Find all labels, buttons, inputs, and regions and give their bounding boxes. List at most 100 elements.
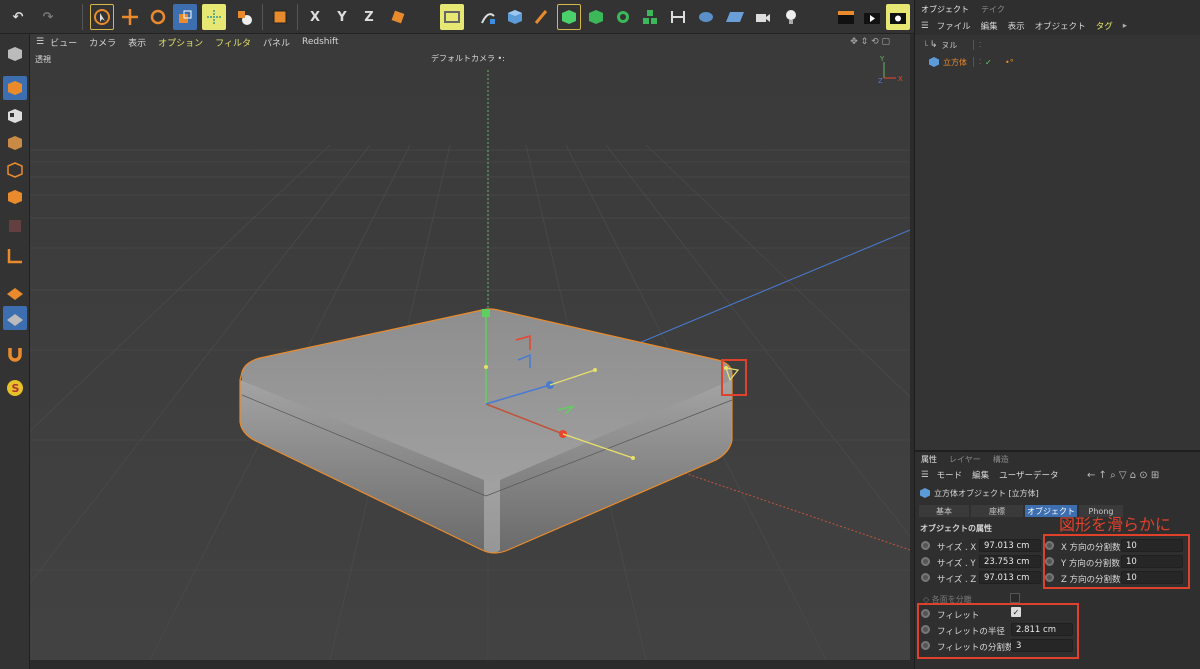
list-item[interactable]: 立方体 ⁚ ✓ •° (915, 56, 1200, 68)
menu-filter[interactable]: フィルタ (215, 36, 251, 49)
transform-button[interactable] (202, 4, 226, 30)
floor-button[interactable] (722, 4, 748, 30)
polygons-mode-button[interactable] (3, 185, 27, 209)
gear-cube-icon (617, 11, 629, 23)
light-button[interactable] (779, 4, 803, 30)
field-button[interactable] (694, 4, 718, 30)
deformer-button[interactable] (584, 4, 608, 30)
more-arrow-icon[interactable]: ▸ (1123, 21, 1127, 31)
object-name[interactable]: ヌル (941, 40, 957, 51)
snap-button[interactable] (3, 342, 27, 366)
camera-button[interactable] (751, 4, 775, 30)
menu-mode[interactable]: モード (937, 469, 963, 481)
menu-options[interactable]: オプション (158, 36, 203, 49)
points-mode-button[interactable] (3, 131, 27, 155)
menu-file[interactable]: ファイル (937, 20, 971, 32)
size-y-label: サイズ . Y (937, 559, 976, 569)
clapper-gear-icon (890, 13, 906, 24)
hamburger-menu-icon[interactable]: ☰ (921, 21, 929, 31)
menu-edit[interactable]: 編集 (972, 469, 989, 481)
menu-user-data[interactable]: ユーザーデータ (999, 469, 1058, 481)
y-axis-lock-button[interactable]: Y (330, 4, 354, 30)
nav-back-forward-icons[interactable]: ← ↑ ⌕ ▽ ⌂ ⊙ ⊞ (1087, 470, 1159, 481)
subtab-coordinates[interactable]: 座標 (971, 505, 1023, 517)
tab-layers[interactable]: レイヤー (949, 454, 981, 465)
uv-icon (9, 220, 21, 232)
render-view-button[interactable] (834, 4, 858, 30)
redo-button[interactable]: ↷ (36, 4, 60, 30)
scale-button[interactable] (173, 4, 197, 30)
size-handle-x-dot[interactable] (631, 456, 635, 460)
floor-grid-icon (726, 12, 744, 22)
live-selection-button[interactable] (90, 4, 114, 30)
spline-pen-button[interactable] (476, 4, 500, 30)
cloner-button[interactable] (638, 4, 662, 30)
model-mode-button[interactable] (3, 76, 27, 100)
subtab-basic[interactable]: 基本 (919, 505, 969, 517)
menu-panel[interactable]: パネル (263, 36, 290, 49)
texture-mode-button[interactable] (3, 104, 27, 128)
visibility-dots[interactable]: ⁚ (979, 58, 981, 66)
undo-button[interactable]: ↶ (6, 4, 30, 30)
left-tool-palette: S (0, 34, 30, 669)
menu-display[interactable]: 表示 (1008, 20, 1025, 32)
animation-keyframe-radio[interactable] (921, 541, 930, 550)
subdivision-button[interactable] (557, 4, 581, 30)
make-editable-button[interactable] (3, 42, 27, 66)
viewport-nav-icons[interactable]: ✥ ⇕ ⟲ ▢ (850, 37, 890, 47)
solo-button[interactable]: S (3, 376, 27, 400)
menu-view[interactable]: ビュー (50, 36, 77, 49)
size-handle-z-dot[interactable] (593, 368, 597, 372)
menu-camera[interactable]: カメラ (89, 36, 116, 49)
render-region-icon (444, 11, 460, 23)
edges-mode-button[interactable] (3, 158, 27, 182)
viewport-bottom-strip (30, 660, 910, 669)
recent-tools-button[interactable] (232, 4, 256, 30)
render-to-picture-viewer-button[interactable] (860, 4, 884, 30)
mograph-button[interactable] (611, 4, 635, 30)
menu-tags[interactable]: タグ (1096, 20, 1113, 32)
render-region-button[interactable] (440, 4, 464, 30)
generator-button[interactable] (530, 4, 554, 30)
tab-attributes[interactable]: 属性 (921, 454, 937, 465)
measure-button[interactable] (666, 4, 690, 30)
axis-mode-button[interactable] (3, 244, 27, 268)
animation-keyframe-radio[interactable] (921, 557, 930, 566)
object-mode-button[interactable] (268, 4, 292, 30)
list-item[interactable]: └ ↳ ヌル ⁚ (915, 39, 1200, 51)
phong-tag-icon[interactable]: •° (1005, 58, 1014, 67)
size-z-field[interactable]: 97.013 cm (979, 571, 1041, 584)
move-button[interactable] (118, 4, 142, 30)
menu-edit[interactable]: 編集 (981, 20, 998, 32)
size-handle-y-dot[interactable] (484, 365, 488, 369)
cube-primitive-button[interactable] (503, 4, 527, 30)
visibility-dots[interactable]: ⁚ (979, 41, 981, 49)
animation-keyframe-radio[interactable] (921, 573, 930, 582)
3d-viewport[interactable]: Y X Z 透視 デフォルトカメラ •: (30, 50, 910, 660)
rotate-button[interactable] (146, 4, 170, 30)
hamburger-menu-icon[interactable]: ☰ (921, 470, 929, 480)
checkmark-icon[interactable]: ✓ (985, 58, 992, 67)
separate-surfaces-checkbox[interactable] (1010, 593, 1020, 603)
tweak-mode-button[interactable] (3, 280, 27, 304)
view-axis-x-letter: X (898, 75, 903, 83)
gizmo-y-cap[interactable] (482, 309, 490, 317)
coordinate-system-button[interactable] (386, 4, 410, 30)
tab-structure[interactable]: 構造 (993, 454, 1009, 465)
tab-takes[interactable]: テイク (981, 4, 1005, 15)
green-cube-icon (589, 10, 603, 24)
size-y-field[interactable]: 23.753 cm (979, 555, 1041, 568)
menu-display[interactable]: 表示 (128, 36, 146, 49)
size-x-field[interactable]: 97.013 cm (979, 539, 1041, 552)
hamburger-menu-icon[interactable]: ☰ (36, 37, 44, 47)
workplane-button[interactable] (3, 306, 27, 330)
x-axis-lock-button[interactable]: X (303, 4, 327, 30)
menu-object[interactable]: オブジェクト (1035, 20, 1086, 32)
tab-objects[interactable]: オブジェクト (921, 4, 969, 15)
menu-redshift[interactable]: Redshift (302, 37, 339, 47)
workplane-icon (7, 314, 23, 326)
render-settings-button[interactable] (886, 4, 910, 30)
z-axis-lock-button[interactable]: Z (357, 4, 381, 30)
uv-mode-button[interactable] (3, 214, 27, 238)
object-name[interactable]: 立方体 (943, 57, 967, 68)
